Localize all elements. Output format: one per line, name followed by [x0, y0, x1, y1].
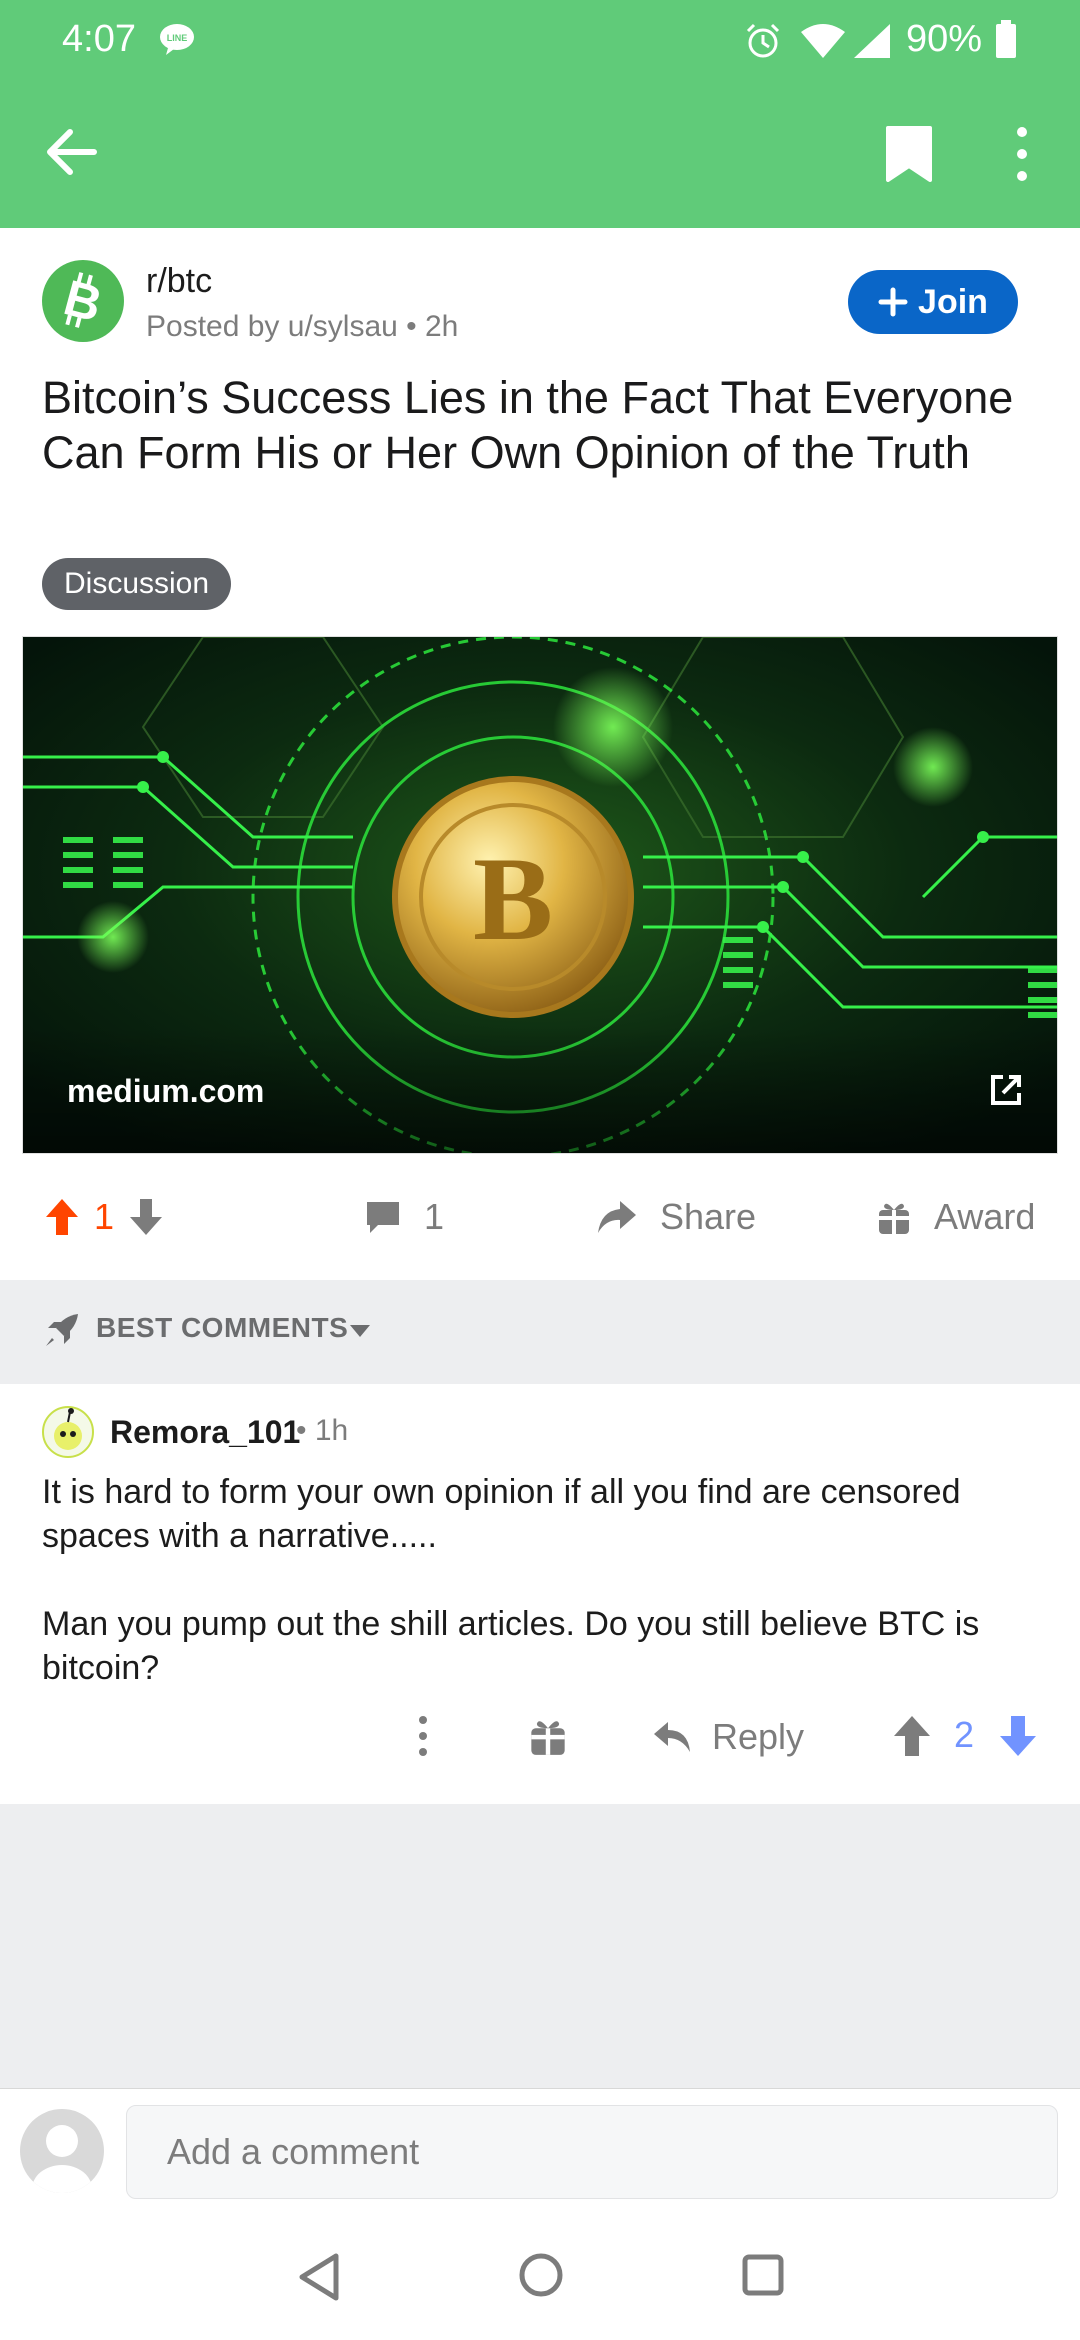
join-label: Join: [918, 282, 988, 321]
comment-sort-bar[interactable]: BEST COMMENTS: [0, 1280, 1080, 1384]
rocket-icon: [46, 1314, 78, 1346]
wifi-icon: [801, 24, 845, 58]
post-age: 2h: [425, 310, 459, 343]
line-app-icon: LINE: [160, 24, 194, 55]
sort-label: BEST COMMENTS: [96, 1312, 349, 1343]
upvote-icon[interactable]: [892, 1712, 932, 1760]
cell-signal-icon: [854, 24, 890, 58]
nav-recents-icon[interactable]: [742, 2254, 784, 2296]
empty-space: [0, 1804, 1080, 2088]
comment-age: • 1h: [296, 1414, 349, 1447]
battery-icon: [996, 20, 1016, 58]
link-domain: medium.com: [67, 1073, 265, 1109]
reply-label: Reply: [712, 1716, 805, 1757]
comment-age-value: 1h: [314, 1414, 349, 1447]
comments-button[interactable]: 1: [364, 1154, 444, 1280]
system-nav-bar: [0, 2214, 1080, 2340]
subreddit-name[interactable]: r/btc: [146, 262, 212, 301]
post-meta: Posted by u/sylsau • 2h: [146, 310, 458, 344]
post-flair[interactable]: Discussion: [42, 558, 232, 610]
comment-paragraph: Man you pump out the shill articles. Do …: [42, 1605, 980, 1687]
plus-icon: [878, 287, 908, 317]
nav-home-icon[interactable]: [518, 2252, 564, 2298]
post-title[interactable]: Bitcoin’s Success Lies in the Fact That …: [42, 370, 1032, 480]
subreddit-avatar[interactable]: B: [42, 260, 124, 342]
comment-composer: Add a comment: [0, 2088, 1080, 2214]
join-button[interactable]: Join: [848, 270, 1018, 334]
post-score: 1: [94, 1196, 115, 1237]
comment-count: 1: [424, 1196, 445, 1237]
nav-back-icon[interactable]: [296, 2252, 342, 2302]
downvote-icon[interactable]: [998, 1712, 1038, 1760]
more-vertical-icon[interactable]: [1010, 124, 1034, 184]
svg-text:LINE: LINE: [167, 33, 188, 43]
upvote-icon[interactable]: [44, 1197, 80, 1237]
my-avatar: [20, 2109, 104, 2193]
share-icon: [598, 1201, 636, 1233]
caret-down-icon: [350, 1325, 370, 1337]
arrow-left-icon[interactable]: [44, 124, 100, 180]
downvote-icon[interactable]: [128, 1197, 164, 1237]
comment-actions: Reply 2: [0, 1704, 1080, 1774]
award-button[interactable]: Award: [876, 1154, 1035, 1280]
comment-paragraph: It is hard to form your own opinion if a…: [42, 1473, 961, 1555]
comment-score: 2: [954, 1714, 975, 1755]
share-label: Share: [660, 1196, 757, 1237]
more-vertical-icon[interactable]: [418, 1714, 428, 1758]
post-author[interactable]: Posted by u/sylsau: [146, 310, 398, 343]
comment-body: It is hard to form your own opinion if a…: [42, 1470, 1052, 1734]
reply-button[interactable]: Reply: [652, 1704, 804, 1770]
external-link-icon: [991, 1075, 1021, 1105]
comment: Remora_101 • 1h It is hard to form your …: [0, 1384, 1080, 1804]
status-time: 4:07: [62, 18, 136, 60]
battery-percent: 90%: [906, 18, 983, 60]
award-label: Award: [934, 1196, 1036, 1237]
meta-separator: •: [406, 310, 425, 343]
alarm-icon: [746, 23, 780, 58]
bitcoin-cash-icon: B: [58, 269, 107, 332]
gift-icon[interactable]: [528, 1714, 568, 1758]
comment-author[interactable]: Remora_101: [110, 1414, 300, 1451]
gift-icon: [879, 1203, 909, 1234]
svg-text:B: B: [473, 832, 553, 965]
person-icon: [32, 2125, 92, 2193]
user-avatar[interactable]: [42, 1406, 94, 1458]
app-header: 4:07 LINE 90%: [0, 0, 1080, 228]
reply-icon: [654, 1722, 690, 1752]
share-button[interactable]: Share: [596, 1154, 756, 1280]
link-preview[interactable]: B medium.com: [22, 636, 1058, 1154]
bookmark-icon[interactable]: [884, 124, 934, 182]
comment-icon: [367, 1202, 399, 1233]
status-bar: 4:07 LINE 90%: [0, 0, 1080, 80]
add-comment-input[interactable]: Add a comment: [126, 2105, 1058, 2199]
vote-group: 1: [44, 1154, 164, 1280]
post-actions: 1 1 Share Award: [0, 1154, 1080, 1280]
